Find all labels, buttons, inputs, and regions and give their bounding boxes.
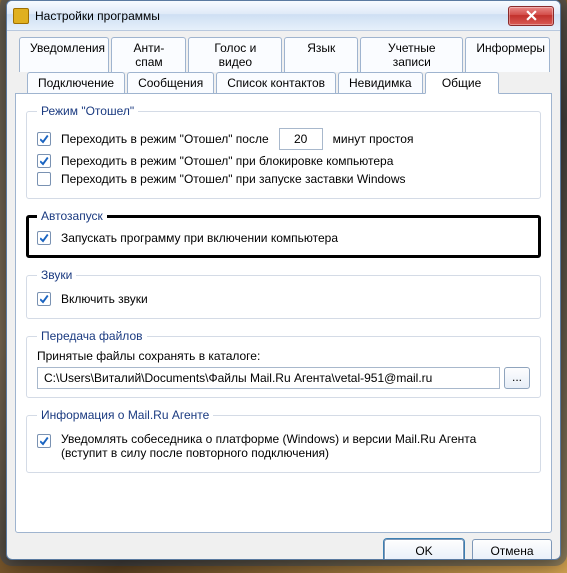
checkbox-sounds[interactable] <box>37 292 51 306</box>
label-notify-platform: Уведомлять собеседника о платформе (Wind… <box>61 432 481 460</box>
tab-contact-list[interactable]: Список контактов <box>216 72 336 94</box>
group-info-legend: Информация о Mail.Ru Агенте <box>37 408 213 422</box>
group-info: Информация о Mail.Ru Агенте Уведомлять с… <box>26 408 541 473</box>
close-button[interactable] <box>508 6 554 26</box>
input-files-path[interactable] <box>37 367 500 389</box>
tab-antispam[interactable]: Анти-спам <box>111 37 186 72</box>
checkbox-away-lock[interactable] <box>37 154 51 168</box>
checkbox-away-saver[interactable] <box>37 172 51 186</box>
tab-informers[interactable]: Информеры <box>465 37 550 72</box>
label-away-minutes-suffix: минут простоя <box>333 132 414 146</box>
tab-invisible[interactable]: Невидимка <box>338 72 423 94</box>
close-icon <box>526 10 537 21</box>
cancel-button[interactable]: Отмена <box>472 539 552 560</box>
group-sounds-legend: Звуки <box>37 268 76 282</box>
tab-voice-video[interactable]: Голос и видео <box>188 37 282 72</box>
label-sounds: Включить звуки <box>61 292 148 306</box>
tab-connection[interactable]: Подключение <box>27 72 125 94</box>
input-away-minutes[interactable] <box>279 128 323 150</box>
browse-button[interactable]: ... <box>504 367 530 389</box>
checkbox-autorun[interactable] <box>37 231 51 245</box>
group-away: Режим "Отошел" Переходить в режим "Отоше… <box>26 104 541 199</box>
ok-button[interactable]: OK <box>384 539 464 560</box>
dialog-title: Настройки программы <box>35 9 508 23</box>
tab-pane-general: Режим "Отошел" Переходить в режим "Отоше… <box>15 93 552 533</box>
label-files-caption: Принятые файлы сохранять в каталоге: <box>37 349 530 363</box>
label-away-after: Переходить в режим "Отошел" после <box>61 132 269 146</box>
tab-general[interactable]: Общие <box>425 72 499 94</box>
label-autorun: Запускать программу при включении компью… <box>61 231 338 245</box>
tab-messages[interactable]: Сообщения <box>127 72 214 94</box>
label-away-saver: Переходить в режим "Отошел" при запуске … <box>61 172 406 186</box>
group-sounds: Звуки Включить звуки <box>26 268 541 319</box>
group-autorun: Автозапуск Запускать программу при включ… <box>26 209 541 258</box>
tab-strip: Уведомления Анти-спам Голос и видео Язык… <box>15 37 552 533</box>
titlebar[interactable]: Настройки программы <box>7 1 560 31</box>
label-away-lock: Переходить в режим "Отошел" при блокиров… <box>61 154 393 168</box>
tab-language[interactable]: Язык <box>284 37 358 72</box>
group-files: Передача файлов Принятые файлы сохранять… <box>26 329 541 398</box>
tab-accounts[interactable]: Учетные записи <box>360 37 463 72</box>
settings-dialog: Настройки программы Уведомления Анти-спа… <box>6 0 561 560</box>
group-autorun-legend: Автозапуск <box>37 209 107 223</box>
app-icon <box>13 8 29 24</box>
checkbox-away-after[interactable] <box>37 132 51 146</box>
group-files-legend: Передача файлов <box>37 329 147 343</box>
checkbox-notify-platform[interactable] <box>37 434 51 448</box>
tab-notifications[interactable]: Уведомления <box>19 37 109 72</box>
dialog-footer: OK Отмена <box>15 533 552 560</box>
group-away-legend: Режим "Отошел" <box>37 104 138 118</box>
